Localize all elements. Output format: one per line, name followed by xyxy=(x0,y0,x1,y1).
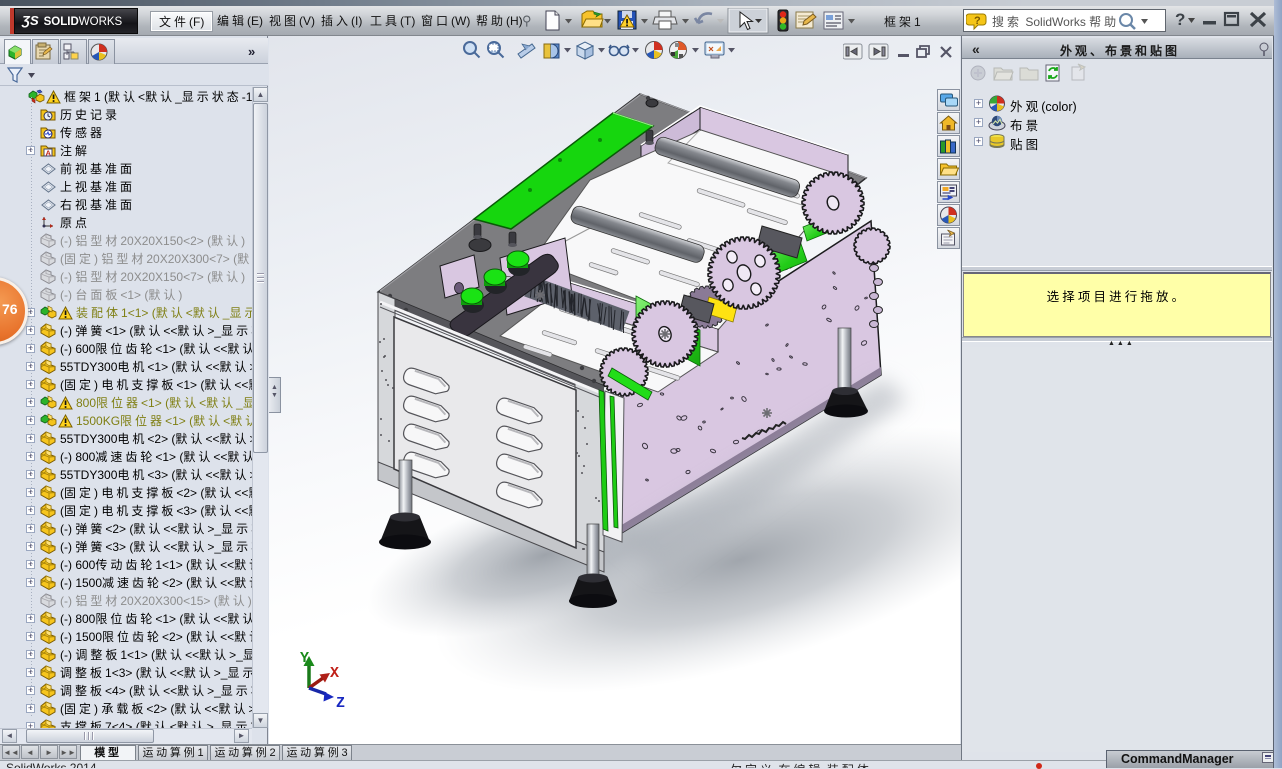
svg-text:?: ? xyxy=(974,15,981,27)
svg-text:?: ? xyxy=(1175,10,1185,29)
svg-text:A: A xyxy=(46,149,52,158)
svg-text:Y: Y xyxy=(300,650,309,667)
svg-text:Z: Z xyxy=(336,695,345,712)
svg-text:X: X xyxy=(330,665,339,682)
